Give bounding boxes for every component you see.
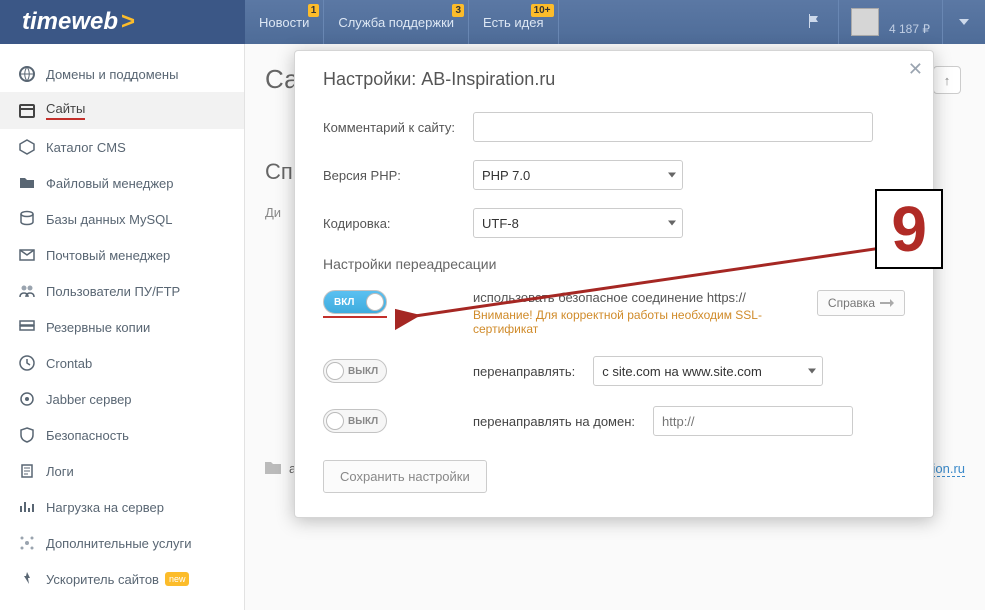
sidebar-item-jabber[interactable]: Jabber сервер [0, 381, 244, 417]
annotation-number: 9 [875, 189, 943, 269]
nav: Новости 1 Служба поддержки 3 Есть идея 1… [245, 0, 559, 44]
php-select[interactable]: PHP 7.0 [473, 160, 683, 190]
sidebar-item-users[interactable]: Пользователи ПУ/FTP [0, 273, 244, 309]
toggle-off-label: ВЫКЛ [348, 416, 378, 427]
logo[interactable]: timeweb> [0, 0, 245, 44]
nav-news[interactable]: Новости 1 [245, 0, 324, 44]
nav-badge: 3 [452, 4, 464, 17]
folder-icon [265, 460, 281, 477]
toggle-off-label: ВЫКЛ [348, 366, 378, 377]
comment-input[interactable] [473, 112, 873, 142]
sidebar-item-db[interactable]: Базы данных MySQL [0, 201, 244, 237]
user-box[interactable]: 4 187 ₽ [838, 0, 942, 44]
header: timeweb> Новости 1 Служба поддержки 3 Ес… [0, 0, 985, 44]
modal-title: Настройки: AB-Inspiration.ru [323, 69, 905, 90]
sidebar: Домены и поддоменыСайтыКаталог CMSФайлов… [0, 44, 245, 610]
sidebar-item-sites[interactable]: Сайты [0, 92, 244, 129]
avatar [851, 8, 879, 36]
encoding-value: UTF-8 [482, 216, 519, 231]
toggle-knob [326, 362, 344, 380]
php-label: Версия PHP: [323, 168, 473, 183]
sidebar-item-speed[interactable]: Ускоритель сайтовnew [0, 561, 244, 597]
nav-badge: 1 [308, 4, 320, 17]
redirect-select[interactable]: с site.com на www.site.com [593, 356, 823, 386]
scroll-up-button[interactable]: ↑ [933, 66, 961, 94]
redirect-section-title: Настройки переадресации [323, 256, 905, 272]
help-label: Справка [828, 296, 875, 310]
sidebar-item-folder[interactable]: Файловый менеджер [0, 165, 244, 201]
redirect-value: с site.com на www.site.com [602, 364, 762, 379]
https-desc: использовать безопасное соединение https… [473, 290, 817, 336]
nav-idea[interactable]: Есть идея 10+ [469, 0, 558, 44]
sidebar-item-load[interactable]: Нагрузка на сервер [0, 489, 244, 525]
nav-support[interactable]: Служба поддержки 3 [324, 0, 469, 44]
nav-badge: 10+ [531, 4, 554, 17]
www-toggle[interactable]: ВЫКЛ [323, 359, 387, 383]
nav-label: Служба поддержки [338, 15, 454, 30]
toggle-knob [366, 293, 384, 311]
https-text: использовать безопасное соединение https… [473, 290, 746, 305]
sidebar-item-extra[interactable]: Дополнительные услуги [0, 525, 244, 561]
help-button[interactable]: Справка [817, 290, 905, 316]
header-right: 4 187 ₽ [790, 0, 985, 44]
sidebar-item-globe[interactable]: Домены и поддомены [0, 56, 244, 92]
logo-text: timeweb [22, 8, 118, 36]
user-dropdown[interactable] [942, 0, 985, 44]
sidebar-item-cron[interactable]: Crontab [0, 345, 244, 381]
domain-label: перенаправлять на домен: [473, 414, 635, 429]
nav-label: Новости [259, 15, 309, 30]
encoding-label: Кодировка: [323, 216, 473, 231]
chevron-down-icon [808, 369, 816, 374]
settings-modal: ✕ Настройки: AB-Inspiration.ru Комментар… [294, 50, 934, 518]
chevron-down-icon [668, 173, 676, 178]
encoding-select[interactable]: UTF-8 [473, 208, 683, 238]
logo-arrow-icon: > [121, 8, 135, 36]
sidebar-item-backup[interactable]: Резервные копии [0, 309, 244, 345]
domain-toggle[interactable]: ВЫКЛ [323, 409, 387, 433]
sidebar-item-logs[interactable]: Логи [0, 453, 244, 489]
php-value: PHP 7.0 [482, 168, 530, 183]
https-toggle[interactable]: ВКЛ [323, 290, 387, 314]
save-button[interactable]: Сохранить настройки [323, 460, 487, 493]
sidebar-item-shield[interactable]: Безопасность [0, 417, 244, 453]
sidebar-item-box[interactable]: Каталог CMS [0, 129, 244, 165]
close-icon[interactable]: ✕ [908, 59, 923, 80]
user-info: 4 187 ₽ [889, 6, 930, 37]
toggle-on-label: ВКЛ [334, 297, 354, 308]
balance: 4 187 ₽ [889, 22, 930, 38]
chevron-down-icon [668, 221, 676, 226]
comment-label: Комментарий к сайту: [323, 120, 473, 135]
flag-icon[interactable] [790, 13, 838, 32]
https-warning: Внимание! Для корректной работы необходи… [473, 308, 817, 336]
toggle-knob [326, 412, 344, 430]
redirect-label: перенаправлять: [473, 364, 575, 379]
sidebar-item-mail[interactable]: Почтовый менеджер [0, 237, 244, 273]
domain-input[interactable] [653, 406, 853, 436]
